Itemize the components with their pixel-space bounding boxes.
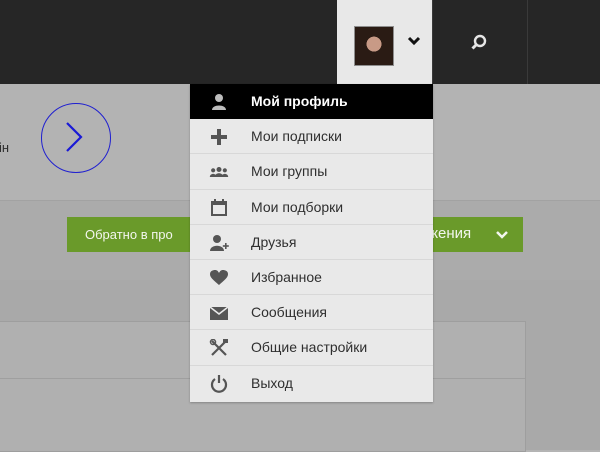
- back-button-label: Обратно в про: [85, 227, 173, 242]
- menu-item-my-collections[interactable]: Мои подборки: [190, 190, 433, 225]
- add-friend-icon: [210, 234, 229, 251]
- menu-item-my-subscriptions[interactable]: Мои подписки: [190, 119, 433, 155]
- envelope-icon: [209, 306, 229, 321]
- calendar-icon: [211, 198, 227, 216]
- menu-item-label: Выход: [251, 374, 293, 391]
- user-menu-button[interactable]: [337, 0, 432, 84]
- divider: [527, 0, 528, 84]
- group-icon: [209, 167, 229, 178]
- truncated-text: ін: [0, 140, 10, 155]
- user-icon: [212, 94, 226, 110]
- menu-item-label: Мои группы: [251, 163, 328, 180]
- avatar[interactable]: [354, 26, 394, 66]
- menu-item-label: Мои подписки: [251, 128, 342, 145]
- user-dropdown-menu: Мой профиль Мои подписки Мои группы Мои …: [190, 84, 433, 402]
- top-navigation-bar: [0, 0, 600, 84]
- menu-item-general-settings[interactable]: Общие настройки: [190, 330, 433, 366]
- menu-item-messages[interactable]: Сообщения: [190, 295, 433, 331]
- power-icon: [210, 374, 228, 393]
- menu-item-label: Общие настройки: [251, 339, 368, 356]
- menu-item-label: Друзья: [251, 233, 297, 250]
- menu-item-my-profile[interactable]: Мой профиль: [190, 84, 433, 120]
- menu-item-label: Мой профиль: [251, 93, 348, 109]
- menu-item-label: Избранное: [251, 268, 322, 285]
- menu-item-logout[interactable]: Выход: [190, 366, 433, 401]
- menu-item-label: Сообщения: [251, 304, 327, 321]
- menu-item-my-groups[interactable]: Мои группы: [190, 154, 433, 190]
- settings-button-label[interactable]: жения: [428, 225, 471, 242]
- menu-item-favorites[interactable]: Избранное: [190, 260, 433, 296]
- tools-icon: [209, 339, 228, 357]
- search-button[interactable]: [433, 0, 527, 84]
- menu-item-label: Мои подборки: [251, 198, 344, 215]
- heart-icon: [210, 269, 228, 285]
- menu-item-friends[interactable]: Друзья: [190, 225, 433, 260]
- chevron-down-icon[interactable]: [496, 231, 508, 240]
- next-button[interactable]: [41, 103, 111, 173]
- chevron-right-icon: [66, 122, 83, 152]
- chevron-down-icon: [407, 36, 421, 46]
- plus-icon: [211, 129, 227, 146]
- search-icon: [471, 34, 487, 50]
